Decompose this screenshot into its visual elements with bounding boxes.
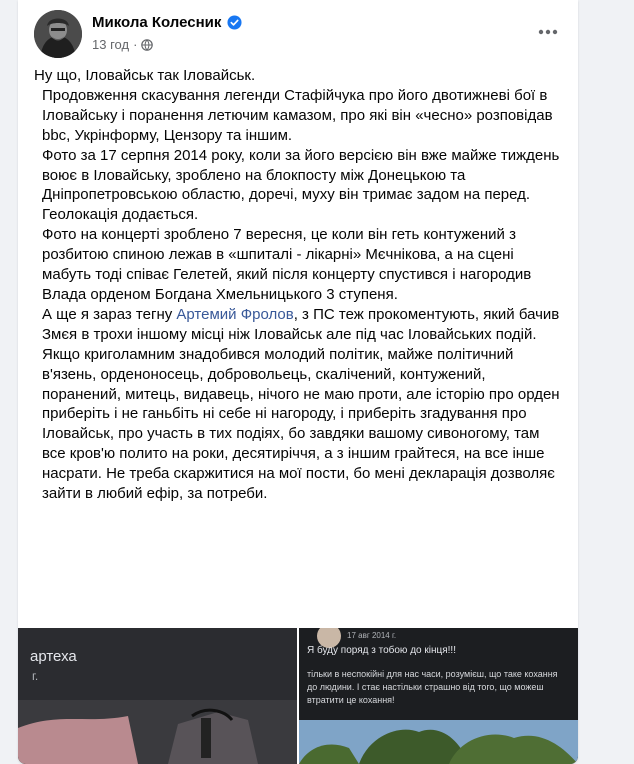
photo-right-body: тільки в неспокійні для нас часи, розумі… xyxy=(307,669,558,705)
paragraph-5: А ще я зараз тегну Артемий Фролов, з ПС … xyxy=(34,305,562,345)
paragraph-3: Фото за 17 серпня 2014 року, коли за йог… xyxy=(42,146,560,224)
post-timestamp[interactable]: 13 год xyxy=(92,37,129,52)
mention-link[interactable]: Артемий Фролов xyxy=(176,306,293,323)
photo-left-caption: артеха xyxy=(30,648,77,665)
photo-right-date: 17 авг 2014 г. xyxy=(347,631,397,640)
verified-icon xyxy=(227,15,242,30)
post-meta: 13 год · xyxy=(92,37,154,52)
avatar[interactable] xyxy=(34,10,82,58)
post-text: Ну що, Іловайськ так Іловайськ. Продовже… xyxy=(34,66,562,504)
author-name[interactable]: Микола Колесник xyxy=(92,14,221,31)
post-header: Микола Колесник 13 год · xyxy=(34,10,566,58)
paragraph-6: Якщо криголамним знадобився молодий полі… xyxy=(42,345,560,503)
photo-left[interactable]: артеха г. xyxy=(18,628,297,764)
globe-icon[interactable] xyxy=(141,38,154,51)
meta-separator: · xyxy=(133,37,138,52)
photo-right[interactable]: 17 авг 2014 г. Я буду поряд з тобою до к… xyxy=(299,628,578,764)
photo-right-quote: Я буду поряд з тобою до кінця!!! xyxy=(307,645,456,656)
more-icon xyxy=(538,29,558,35)
paragraph-1: Ну що, Іловайськ так Іловайськ. xyxy=(34,67,256,84)
post-card: Микола Колесник 13 год · Ну що, Іловайсь… xyxy=(18,0,578,764)
photo-grid: артеха г. 17 авг 2014 г. Я буду поряд з … xyxy=(18,628,578,764)
paragraph-4: Фото на концерті зроблено 7 вересня, це … xyxy=(42,226,532,303)
more-options-button[interactable] xyxy=(530,18,566,46)
author-line: Микола Колесник xyxy=(92,14,242,31)
mention-before: А ще я зараз тегну xyxy=(42,305,177,323)
paragraph-2: Продовження скасування легенди Стафійчук… xyxy=(42,86,553,144)
photo-left-sub: г. xyxy=(32,669,39,683)
